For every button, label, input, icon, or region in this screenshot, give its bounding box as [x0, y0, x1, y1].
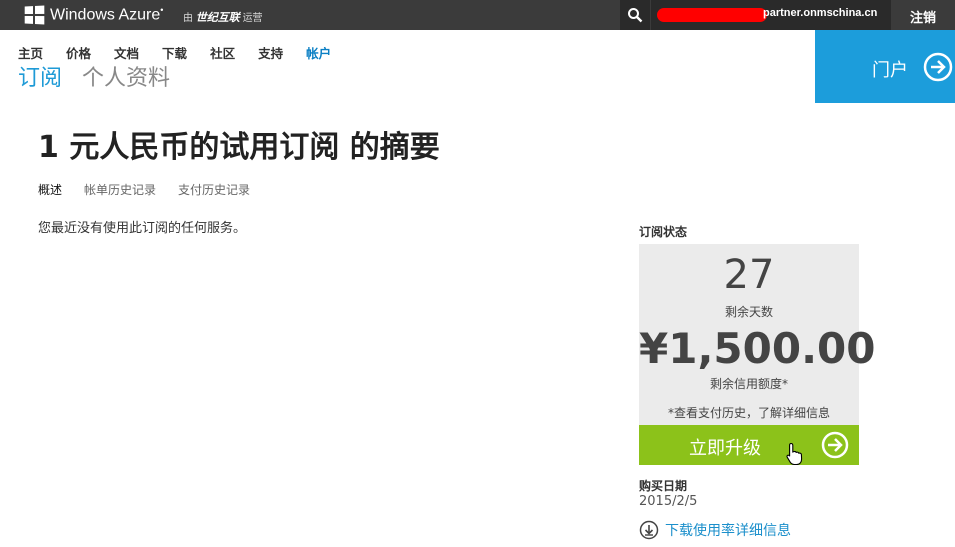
operator-credit: 由 世纪互联 运营	[183, 12, 263, 24]
portal-button[interactable]: 门户	[815, 30, 955, 103]
tab-overview[interactable]: 概述	[38, 181, 62, 198]
user-account[interactable]: partner.onmschina.cn	[651, 0, 891, 30]
arrow-right-circle-icon	[923, 52, 953, 82]
purchase-date-value: 2015/2/5	[639, 494, 698, 509]
search-button[interactable]	[620, 0, 650, 30]
remaining-credit-value: ¥1,500.00	[639, 324, 876, 373]
brand-name: Windows Azure•	[50, 5, 164, 24]
page-title: 1 元人民币的试用订阅 的摘要	[38, 130, 440, 165]
summary-tabs: 概述 帐单历史记录 支付历史记录	[38, 181, 272, 198]
tab-payment-history[interactable]: 支付历史记录	[178, 181, 250, 198]
upgrade-now-button[interactable]: 立即升级	[639, 425, 859, 465]
user-email: partner.onmschina.cn	[763, 7, 878, 19]
hand-cursor-icon	[786, 442, 803, 466]
status-panel: 27 剩余天数 ¥1,500.00 剩余信用额度* *查看支付历史，了解详细信息	[639, 244, 876, 425]
nav-community[interactable]: 社区	[210, 43, 235, 62]
search-icon	[628, 8, 643, 23]
top-bar: Windows Azure• 由 世纪互联 运营 partner.onmschi…	[0, 0, 955, 30]
tab-billing-history[interactable]: 帐单历史记录	[84, 181, 156, 198]
redaction-mark	[657, 8, 767, 22]
nav-support[interactable]: 支持	[258, 43, 283, 62]
account-subnav: 订阅 个人资料	[18, 60, 190, 92]
windows-azure-logo[interactable]: Windows Azure•	[24, 5, 164, 25]
arrow-right-circle-icon	[821, 431, 849, 459]
windows-logo-icon	[24, 5, 45, 25]
download-usage-label: 下载使用率详细信息	[665, 523, 791, 539]
subnav-subscriptions[interactable]: 订阅	[18, 60, 62, 92]
upgrade-label: 立即升级	[689, 438, 761, 459]
portal-label: 门户	[872, 60, 908, 81]
nav-account[interactable]: 帐户	[306, 43, 331, 62]
payment-history-note: *查看支付历史，了解详细信息	[667, 406, 830, 420]
purchase-date-heading: 购买日期	[639, 479, 688, 493]
download-usage-link[interactable]: 下载使用率详细信息	[639, 520, 791, 540]
remaining-days-value: 27	[723, 252, 775, 298]
download-icon	[639, 520, 659, 540]
remaining-credit-label: 剩余信用额度*	[709, 377, 788, 391]
usage-message: 您最近没有使用此订阅的任何服务。	[38, 221, 247, 236]
subnav-profile[interactable]: 个人资料	[82, 60, 170, 92]
logout-link[interactable]: 注销	[910, 7, 936, 26]
remaining-days-label: 剩余天数	[724, 305, 773, 319]
status-heading: 订阅状态	[639, 225, 688, 239]
